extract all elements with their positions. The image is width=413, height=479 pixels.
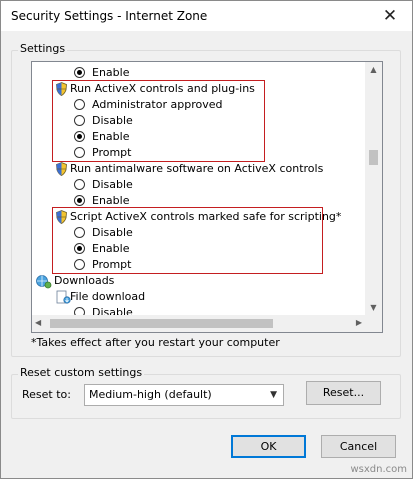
scroll-left-icon[interactable]: ◀ bbox=[35, 318, 41, 327]
close-icon[interactable]: ✕ bbox=[378, 5, 402, 27]
security-settings-dialog: Security Settings - Internet Zone ✕ Sett… bbox=[0, 0, 413, 479]
settings-group-label: Settings bbox=[18, 42, 68, 55]
radio-button[interactable] bbox=[74, 195, 85, 206]
window-title: Security Settings - Internet Zone bbox=[11, 9, 208, 23]
scroll-right-icon[interactable]: ▶ bbox=[356, 318, 362, 327]
scroll-corner bbox=[365, 315, 382, 332]
title-bar[interactable]: Security Settings - Internet Zone ✕ bbox=[1, 1, 412, 31]
reset-group-label: Reset custom settings bbox=[18, 366, 145, 379]
watermark: wsxdn.com bbox=[350, 464, 407, 475]
radio-button[interactable] bbox=[74, 67, 85, 78]
globe-gear-icon bbox=[36, 274, 52, 294]
highlight-run-activex bbox=[52, 80, 265, 162]
list-item-label: File download bbox=[70, 290, 146, 303]
shield-icon bbox=[56, 162, 67, 181]
reset-level-select[interactable]: Medium-high (default) ▼ bbox=[84, 384, 284, 406]
list-item-label: Enable bbox=[92, 66, 130, 79]
list-item-label: Downloads bbox=[54, 274, 115, 287]
restart-footnote: *Takes effect after you restart your com… bbox=[31, 336, 280, 349]
list-item-label: Disable bbox=[92, 178, 133, 191]
scroll-thumb[interactable] bbox=[369, 150, 378, 165]
reset-level-value: Medium-high (default) bbox=[89, 388, 212, 401]
ok-button[interactable]: OK bbox=[231, 435, 306, 458]
list-item-label: Run antimalware software on ActiveX cont… bbox=[70, 162, 324, 175]
reset-to-label: Reset to: bbox=[22, 388, 71, 401]
file-download-icon bbox=[56, 290, 71, 309]
highlight-script-activex bbox=[52, 207, 323, 274]
chevron-down-icon: ▼ bbox=[270, 390, 277, 400]
horizontal-scrollbar[interactable]: ◀ ▶ bbox=[32, 315, 365, 332]
scroll-up-icon[interactable]: ▲ bbox=[365, 65, 382, 74]
radio-button[interactable] bbox=[74, 179, 85, 190]
scroll-down-icon[interactable]: ▼ bbox=[365, 303, 382, 312]
cancel-button[interactable]: Cancel bbox=[321, 435, 396, 458]
hscroll-thumb[interactable] bbox=[50, 319, 273, 328]
reset-button[interactable]: Reset... bbox=[306, 381, 381, 405]
vertical-scrollbar[interactable]: ▲ ▼ bbox=[365, 62, 382, 315]
